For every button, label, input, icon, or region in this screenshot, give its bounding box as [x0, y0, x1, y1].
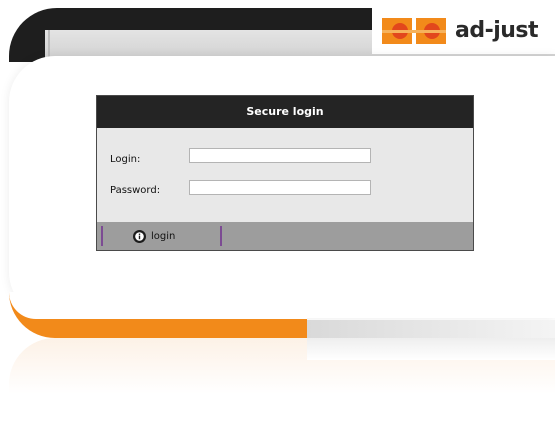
password-input[interactable] [189, 180, 371, 195]
panel-footer: login [97, 222, 473, 250]
reflection-gray [307, 338, 555, 360]
gray-accent [307, 320, 555, 338]
login-button[interactable]: login [133, 227, 175, 245]
brand-name: ad-just [455, 18, 539, 43]
login-input[interactable] [189, 148, 371, 163]
orange-accent-mask [9, 292, 307, 319]
password-label: Password: [110, 185, 161, 196]
footer-separator-left [101, 226, 103, 246]
page-frame: ad-just Secure login Login: Password: lo… [0, 0, 555, 426]
footer-separator-right [220, 226, 222, 246]
info-circle-icon [133, 229, 146, 243]
login-panel: Secure login Login: Password: login [96, 95, 474, 251]
panel-title: Secure login [97, 96, 473, 128]
ad-just-logo-icon [382, 18, 446, 44]
login-button-label: login [151, 230, 176, 242]
login-label: Login: [110, 154, 141, 165]
